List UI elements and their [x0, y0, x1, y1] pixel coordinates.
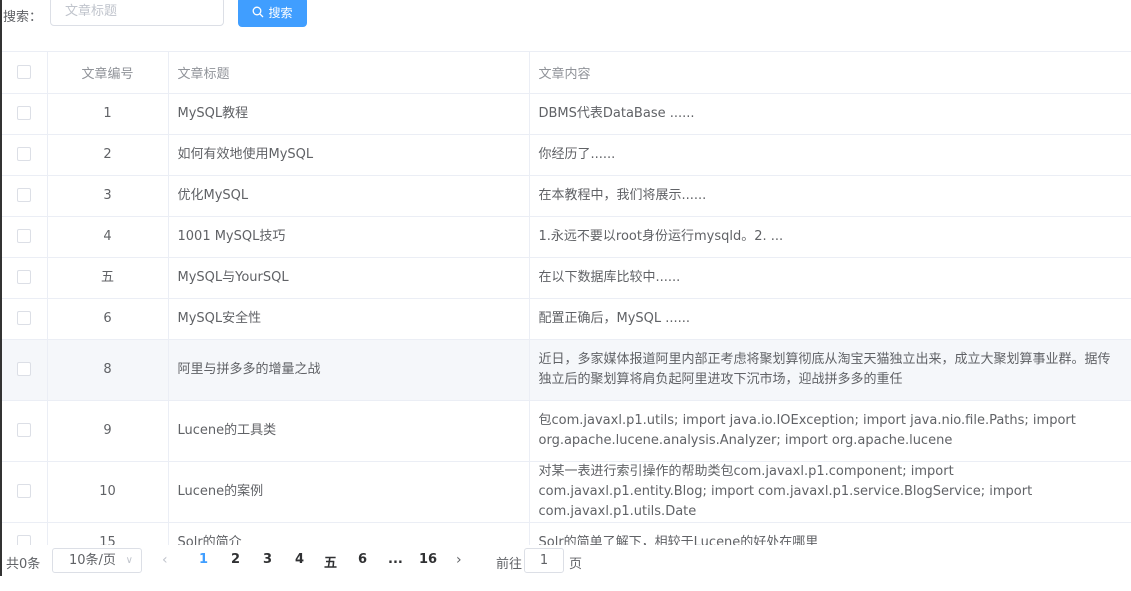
- column-header-id[interactable]: 文章编号: [47, 52, 169, 94]
- row-content: 配置正确后，MySQL ......: [529, 298, 1131, 340]
- table-row[interactable]: 五 MySQL与YourSQL 在以下数据库比较中......: [2, 257, 1131, 299]
- row-checkbox[interactable]: [17, 229, 32, 243]
- row-content: 包com.javaxl.p1.utils; import java.io.IOE…: [529, 400, 1131, 462]
- page-number[interactable]: 6: [358, 552, 367, 567]
- table-row[interactable]: 6 MySQL安全性 配置正确后，MySQL ......: [2, 298, 1131, 340]
- next-page-button[interactable]: ›: [456, 552, 470, 568]
- row-id: 1: [47, 93, 169, 135]
- row-select-cell: [2, 339, 48, 401]
- select-all-cell: [2, 52, 48, 94]
- page-size-value: 10条/页: [69, 553, 116, 568]
- row-content: 你经历了......: [529, 134, 1131, 176]
- search-bar: 搜索： 搜索: [0, 0, 1131, 30]
- row-content: 近日，多家媒体报道阿里内部正考虑将聚划算彻底从淘宝天猫独立出来，成立大聚划算事业…: [529, 339, 1131, 401]
- search-label: 搜索：: [3, 10, 43, 25]
- page-size-select[interactable]: 10条/页 ∨: [52, 548, 142, 573]
- row-id: 2: [47, 134, 169, 176]
- row-checkbox[interactable]: [17, 484, 32, 498]
- row-id: 4: [47, 216, 169, 258]
- row-id: 10: [47, 461, 169, 523]
- row-title: MySQL教程: [168, 93, 530, 135]
- row-content: DBMS代表DataBase ......: [529, 93, 1131, 135]
- row-title: Lucene的工具类: [168, 400, 530, 462]
- table-row[interactable]: 9 Lucene的工具类 包com.javaxl.p1.utils; impor…: [2, 400, 1131, 462]
- row-id: 9: [47, 400, 169, 462]
- row-title: MySQL与YourSQL: [168, 257, 530, 299]
- table-row[interactable]: 4 1001 MySQL技巧 1.永远不要以root身份运行mysqld。2. …: [2, 216, 1131, 258]
- row-select-cell: [2, 257, 48, 299]
- select-all-checkbox[interactable]: [17, 65, 32, 80]
- row-select-cell: [2, 522, 48, 545]
- row-checkbox[interactable]: [17, 311, 32, 325]
- row-content: Solr的简单了解下，相较于Lucene的好处在哪里: [529, 522, 1131, 545]
- chevron-down-icon: ∨: [125, 555, 133, 566]
- row-title: 1001 MySQL技巧: [168, 216, 530, 258]
- row-checkbox[interactable]: [17, 423, 32, 437]
- page-number[interactable]: 4: [295, 552, 304, 567]
- row-title: 阿里与拼多多的增量之战: [168, 339, 530, 401]
- table-row[interactable]: 10 Lucene的案例 对某一表进行索引操作的帮助类包com.javaxl.p…: [2, 461, 1131, 523]
- pagination: 共0条 10条/页 ∨ ‹ 1 2 3 4 五 6 ... 16 › 前往 页: [0, 544, 1131, 576]
- table-row[interactable]: 1 MySQL教程 DBMS代表DataBase ......: [2, 93, 1131, 135]
- row-content: 在本教程中，我们将展示......: [529, 175, 1131, 217]
- goto-page-input[interactable]: [524, 548, 564, 573]
- row-id: 6: [47, 298, 169, 340]
- page-number[interactable]: 1: [199, 552, 208, 567]
- page-number[interactable]: 2: [231, 552, 240, 567]
- row-title: Lucene的案例: [168, 461, 530, 523]
- row-content: 在以下数据库比较中......: [529, 257, 1131, 299]
- row-title: 优化MySQL: [168, 175, 530, 217]
- page-number[interactable]: 五: [324, 552, 337, 571]
- row-checkbox[interactable]: [17, 270, 32, 284]
- column-header-content[interactable]: 文章内容: [529, 52, 1131, 94]
- row-id: 3: [47, 175, 169, 217]
- row-select-cell: [2, 400, 48, 462]
- row-select-cell: [2, 93, 48, 135]
- row-title: Solr的简介: [168, 522, 530, 545]
- row-title: MySQL安全性: [168, 298, 530, 340]
- row-id: 15: [47, 522, 169, 545]
- row-select-cell: [2, 216, 48, 258]
- chevron-right-icon: ›: [456, 552, 462, 568]
- goto-label: 前往: [496, 557, 523, 572]
- search-input[interactable]: [50, 0, 224, 26]
- page-number[interactable]: 16: [419, 552, 437, 567]
- table-row[interactable]: 8 阿里与拼多多的增量之战 近日，多家媒体报道阿里内部正考虑将聚划算彻底从淘宝天…: [2, 339, 1131, 401]
- table-row[interactable]: 3 优化MySQL 在本教程中，我们将展示......: [2, 175, 1131, 217]
- search-button-label: 搜索: [268, 5, 293, 20]
- row-select-cell: [2, 134, 48, 176]
- article-table: 文章编号 文章标题 文章内容 1 MySQL教程 DBMS代表DataBase …: [2, 51, 1131, 545]
- table-row[interactable]: 15 Solr的简介 Solr的简单了解下，相较于Lucene的好处在哪里: [2, 522, 1131, 545]
- row-checkbox[interactable]: [17, 362, 32, 376]
- column-header-title[interactable]: 文章标题: [168, 52, 530, 94]
- row-checkbox[interactable]: [17, 188, 32, 202]
- prev-page-button[interactable]: ‹: [162, 552, 176, 568]
- row-title: 如何有效地使用MySQL: [168, 134, 530, 176]
- chevron-left-icon: ‹: [162, 552, 168, 568]
- row-select-cell: [2, 461, 48, 523]
- goto-suffix: 页: [569, 557, 583, 572]
- row-checkbox[interactable]: [17, 147, 32, 161]
- table-header-row: 文章编号 文章标题 文章内容: [2, 52, 1131, 94]
- page-ellipsis[interactable]: ...: [388, 552, 403, 567]
- row-checkbox[interactable]: [17, 106, 32, 120]
- page-number[interactable]: 3: [263, 552, 272, 567]
- row-select-cell: [2, 175, 48, 217]
- row-select-cell: [2, 298, 48, 340]
- row-id: 8: [47, 339, 169, 401]
- row-id: 五: [47, 257, 169, 299]
- row-content: 对某一表进行索引操作的帮助类包com.javaxl.p1.component; …: [529, 461, 1131, 523]
- total-count: 共0条: [6, 557, 41, 572]
- bottom-spacer: [0, 576, 1131, 591]
- row-content: 1.永远不要以root身份运行mysqld。2. ...: [529, 216, 1131, 258]
- search-button[interactable]: 搜索: [238, 0, 307, 27]
- search-icon: [253, 6, 264, 18]
- table-row[interactable]: 2 如何有效地使用MySQL 你经历了......: [2, 134, 1131, 176]
